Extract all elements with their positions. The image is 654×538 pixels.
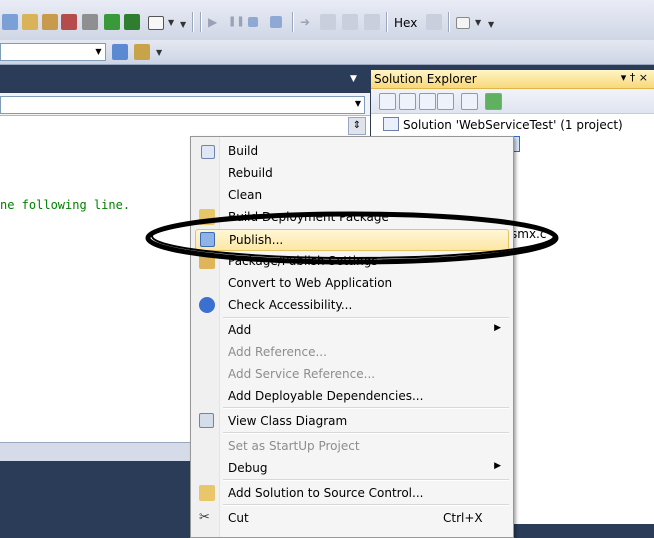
toolbar-options-icon[interactable]: ▼ [180,20,186,29]
menu-item-publish[interactable]: Publish... [195,229,509,251]
restart-icon[interactable] [270,16,282,28]
properties-icon[interactable] [22,14,38,30]
menu-separator [223,504,509,506]
hex-button[interactable]: Hex [394,16,417,30]
solution-config-combo[interactable]: ▼ [0,43,106,61]
menu-item-convert-to-web-application[interactable]: Convert to Web Application [193,272,511,294]
solution-explorer-titlebar: Solution Explorer ▾ † × [371,70,654,89]
panel-controls[interactable]: ▾ † × [621,71,648,84]
tools-icon[interactable] [82,14,98,30]
nest-files-icon[interactable] [437,93,454,110]
menu-separator [223,479,509,481]
toolbox-icon[interactable] [61,14,77,30]
active-files-dropdown-icon[interactable]: ▼ [350,74,357,84]
menu-item-clean[interactable]: Clean [193,184,511,206]
show-all-files-icon[interactable] [399,93,416,110]
build-icon [201,145,215,159]
play-icon[interactable]: ▶ [208,14,224,30]
properties-icon[interactable] [379,93,396,110]
solution-node-label: Solution 'WebServiceTest' (1 project) [403,118,623,132]
menu-item-view-class-diagram[interactable]: View Class Diagram [193,410,511,432]
publish-icon [200,232,215,247]
view-code-icon[interactable] [461,93,478,110]
step-out-icon[interactable] [364,14,380,30]
solution-explorer-title: Solution Explorer [374,72,477,86]
command-window-icon[interactable] [124,14,140,30]
menu-item-add-reference[interactable]: Add Reference... [193,341,511,363]
solution-icon [383,117,399,131]
menu-item-package-publish-settings[interactable]: Package/Publish Settings [193,250,511,272]
menu-item-build-deployment-package[interactable]: Build Deployment Package [193,206,511,228]
code-comment-line: ne following line. [0,198,131,212]
layout-dropdown-icon[interactable]: ▼ [168,18,174,27]
menu-item-add-solution-to-source-control[interactable]: Add Solution to Source Control... [193,482,511,504]
asmx-file-node[interactable]: smx.c [511,227,546,241]
member-combo[interactable]: ▼ [0,96,365,114]
show-next-statement-icon[interactable]: ➜ [300,14,316,30]
menu-separator [223,432,509,434]
window-layout-icon[interactable] [148,16,164,30]
chevron-down-icon[interactable]: ▼ [92,44,105,60]
breakpoint-icon[interactable] [426,14,442,30]
menu-item-add-deployable-dependencies[interactable]: Add Deployable Dependencies... [193,385,511,407]
class-diagram-icon [199,413,214,428]
menu-item-rebuild[interactable]: Rebuild [193,162,511,184]
step-over-icon[interactable] [342,14,358,30]
step-into-icon[interactable] [320,14,336,30]
pause-icon[interactable]: ❚❚ [228,14,245,30]
menu-item-cut[interactable]: ✂ Cut Ctrl+X [193,507,511,529]
menu-item-add-service-reference[interactable]: Add Service Reference... [193,363,511,385]
folder-icon [199,485,215,501]
menu-item-add[interactable]: Add ▶ [193,319,511,341]
menu-item-debug[interactable]: Debug ▶ [193,457,511,479]
start-page-icon[interactable] [104,14,120,30]
package-icon [199,209,215,225]
copy-website-icon[interactable] [485,93,502,110]
refresh-icon[interactable] [419,93,436,110]
chevron-down-icon[interactable]: ▼ [355,99,361,108]
solution-node[interactable]: Solution 'WebServiceTest' (1 project) [383,117,623,132]
settings-icon [199,253,215,269]
accessibility-icon [199,297,215,313]
main-toolbar: ▼ ▼ ▶ ❚❚ ➜ Hex ▼ ▼ [0,0,654,41]
project-context-menu: Build Rebuild Clean Build Deployment Pac… [190,136,514,538]
edit-icon[interactable] [134,44,150,60]
breakpoints-window-icon[interactable] [456,17,470,29]
find-icon[interactable] [2,14,18,30]
menu-item-build[interactable]: Build [193,140,511,162]
solution-explorer-toolbar [371,89,654,114]
editor-tabstrip [0,66,370,92]
object-browser-icon[interactable] [42,14,58,30]
split-window-icon[interactable]: ⇕ [348,117,366,135]
toolbar-options-icon-2[interactable]: ▼ [488,20,494,29]
submenu-arrow-icon: ▶ [494,323,501,333]
refresh-icon[interactable] [112,44,128,60]
stop-icon[interactable] [248,17,258,27]
menu-separator [223,407,509,409]
submenu-arrow-icon: ▶ [494,461,501,471]
menu-item-check-accessibility[interactable]: Check Accessibility... [193,294,511,316]
menu-item-set-as-startup-project[interactable]: Set as StartUp Project [193,435,511,457]
toolbar-options-icon-3[interactable]: ▼ [156,48,162,57]
breakpoints-dropdown-icon[interactable]: ▼ [475,18,481,27]
